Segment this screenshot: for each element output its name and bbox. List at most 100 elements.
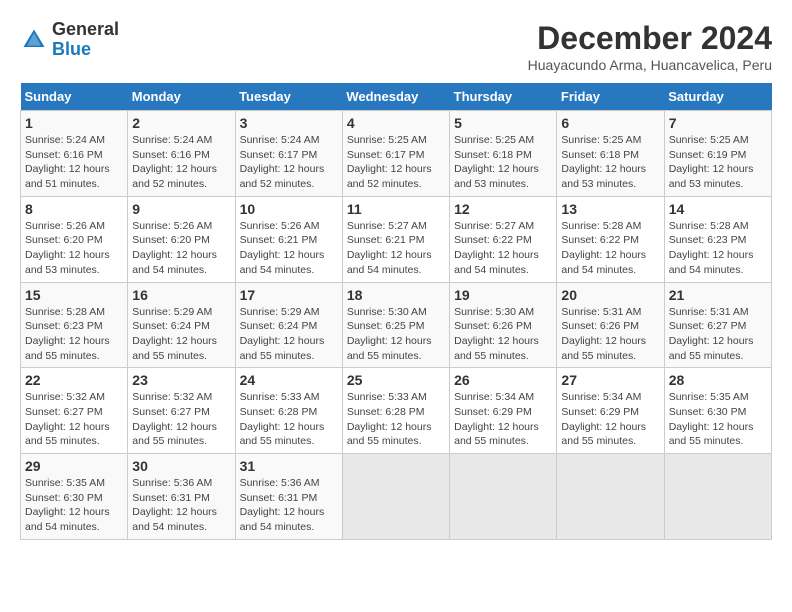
- calendar-cell: 20 Sunrise: 5:31 AM Sunset: 6:26 PM Dayl…: [557, 282, 664, 368]
- day-info: Sunrise: 5:31 AM Sunset: 6:27 PM Dayligh…: [669, 305, 767, 364]
- day-info: Sunrise: 5:26 AM Sunset: 6:20 PM Dayligh…: [25, 219, 123, 278]
- calendar-cell: 13 Sunrise: 5:28 AM Sunset: 6:22 PM Dayl…: [557, 196, 664, 282]
- calendar-week-5: 29 Sunrise: 5:35 AM Sunset: 6:30 PM Dayl…: [21, 454, 772, 540]
- calendar-cell: 23 Sunrise: 5:32 AM Sunset: 6:27 PM Dayl…: [128, 368, 235, 454]
- day-number: 18: [347, 287, 445, 303]
- calendar-cell: 6 Sunrise: 5:25 AM Sunset: 6:18 PM Dayli…: [557, 111, 664, 197]
- day-info: Sunrise: 5:25 AM Sunset: 6:19 PM Dayligh…: [669, 133, 767, 192]
- day-number: 15: [25, 287, 123, 303]
- calendar-cell: 26 Sunrise: 5:34 AM Sunset: 6:29 PM Dayl…: [450, 368, 557, 454]
- calendar: SundayMondayTuesdayWednesdayThursdayFrid…: [20, 83, 772, 540]
- day-info: Sunrise: 5:26 AM Sunset: 6:20 PM Dayligh…: [132, 219, 230, 278]
- calendar-header-thursday: Thursday: [450, 83, 557, 111]
- calendar-cell: 15 Sunrise: 5:28 AM Sunset: 6:23 PM Dayl…: [21, 282, 128, 368]
- day-number: 9: [132, 201, 230, 217]
- calendar-cell: 3 Sunrise: 5:24 AM Sunset: 6:17 PM Dayli…: [235, 111, 342, 197]
- calendar-cell: [342, 454, 449, 540]
- calendar-cell: 10 Sunrise: 5:26 AM Sunset: 6:21 PM Dayl…: [235, 196, 342, 282]
- calendar-body: 1 Sunrise: 5:24 AM Sunset: 6:16 PM Dayli…: [21, 111, 772, 540]
- calendar-cell: 7 Sunrise: 5:25 AM Sunset: 6:19 PM Dayli…: [664, 111, 771, 197]
- calendar-cell: 16 Sunrise: 5:29 AM Sunset: 6:24 PM Dayl…: [128, 282, 235, 368]
- day-number: 24: [240, 372, 338, 388]
- day-number: 12: [454, 201, 552, 217]
- calendar-week-3: 15 Sunrise: 5:28 AM Sunset: 6:23 PM Dayl…: [21, 282, 772, 368]
- day-number: 10: [240, 201, 338, 217]
- calendar-cell: 19 Sunrise: 5:30 AM Sunset: 6:26 PM Dayl…: [450, 282, 557, 368]
- day-info: Sunrise: 5:32 AM Sunset: 6:27 PM Dayligh…: [132, 390, 230, 449]
- day-number: 25: [347, 372, 445, 388]
- calendar-cell: 28 Sunrise: 5:35 AM Sunset: 6:30 PM Dayl…: [664, 368, 771, 454]
- calendar-cell: 9 Sunrise: 5:26 AM Sunset: 6:20 PM Dayli…: [128, 196, 235, 282]
- day-info: Sunrise: 5:28 AM Sunset: 6:23 PM Dayligh…: [25, 305, 123, 364]
- calendar-header-saturday: Saturday: [664, 83, 771, 111]
- logo: General Blue: [20, 20, 119, 60]
- page-header: General Blue December 2024 Huayacundo Ar…: [20, 20, 772, 73]
- calendar-cell: 18 Sunrise: 5:30 AM Sunset: 6:25 PM Dayl…: [342, 282, 449, 368]
- calendar-cell: 25 Sunrise: 5:33 AM Sunset: 6:28 PM Dayl…: [342, 368, 449, 454]
- calendar-cell: 31 Sunrise: 5:36 AM Sunset: 6:31 PM Dayl…: [235, 454, 342, 540]
- day-number: 31: [240, 458, 338, 474]
- day-info: Sunrise: 5:30 AM Sunset: 6:25 PM Dayligh…: [347, 305, 445, 364]
- calendar-header-wednesday: Wednesday: [342, 83, 449, 111]
- day-number: 7: [669, 115, 767, 131]
- calendar-week-2: 8 Sunrise: 5:26 AM Sunset: 6:20 PM Dayli…: [21, 196, 772, 282]
- day-info: Sunrise: 5:29 AM Sunset: 6:24 PM Dayligh…: [132, 305, 230, 364]
- calendar-cell: 27 Sunrise: 5:34 AM Sunset: 6:29 PM Dayl…: [557, 368, 664, 454]
- day-info: Sunrise: 5:36 AM Sunset: 6:31 PM Dayligh…: [132, 476, 230, 535]
- calendar-week-4: 22 Sunrise: 5:32 AM Sunset: 6:27 PM Dayl…: [21, 368, 772, 454]
- calendar-cell: 11 Sunrise: 5:27 AM Sunset: 6:21 PM Dayl…: [342, 196, 449, 282]
- day-info: Sunrise: 5:25 AM Sunset: 6:18 PM Dayligh…: [561, 133, 659, 192]
- calendar-header-monday: Monday: [128, 83, 235, 111]
- location: Huayacundo Arma, Huancavelica, Peru: [528, 57, 772, 73]
- day-info: Sunrise: 5:26 AM Sunset: 6:21 PM Dayligh…: [240, 219, 338, 278]
- day-info: Sunrise: 5:24 AM Sunset: 6:16 PM Dayligh…: [25, 133, 123, 192]
- day-number: 16: [132, 287, 230, 303]
- calendar-cell: 12 Sunrise: 5:27 AM Sunset: 6:22 PM Dayl…: [450, 196, 557, 282]
- calendar-week-1: 1 Sunrise: 5:24 AM Sunset: 6:16 PM Dayli…: [21, 111, 772, 197]
- calendar-cell: 24 Sunrise: 5:33 AM Sunset: 6:28 PM Dayl…: [235, 368, 342, 454]
- day-number: 5: [454, 115, 552, 131]
- month-title: December 2024: [528, 20, 772, 57]
- day-number: 21: [669, 287, 767, 303]
- calendar-cell: 30 Sunrise: 5:36 AM Sunset: 6:31 PM Dayl…: [128, 454, 235, 540]
- day-number: 1: [25, 115, 123, 131]
- day-info: Sunrise: 5:32 AM Sunset: 6:27 PM Dayligh…: [25, 390, 123, 449]
- day-number: 28: [669, 372, 767, 388]
- day-info: Sunrise: 5:27 AM Sunset: 6:21 PM Dayligh…: [347, 219, 445, 278]
- calendar-header-tuesday: Tuesday: [235, 83, 342, 111]
- day-info: Sunrise: 5:35 AM Sunset: 6:30 PM Dayligh…: [669, 390, 767, 449]
- calendar-cell: 21 Sunrise: 5:31 AM Sunset: 6:27 PM Dayl…: [664, 282, 771, 368]
- title-block: December 2024 Huayacundo Arma, Huancavel…: [528, 20, 772, 73]
- day-info: Sunrise: 5:36 AM Sunset: 6:31 PM Dayligh…: [240, 476, 338, 535]
- logo-general: General: [52, 19, 119, 39]
- logo-blue: Blue: [52, 39, 91, 59]
- day-number: 26: [454, 372, 552, 388]
- day-info: Sunrise: 5:35 AM Sunset: 6:30 PM Dayligh…: [25, 476, 123, 535]
- calendar-cell: [450, 454, 557, 540]
- day-number: 6: [561, 115, 659, 131]
- calendar-cell: 4 Sunrise: 5:25 AM Sunset: 6:17 PM Dayli…: [342, 111, 449, 197]
- day-info: Sunrise: 5:28 AM Sunset: 6:22 PM Dayligh…: [561, 219, 659, 278]
- calendar-header-friday: Friday: [557, 83, 664, 111]
- day-info: Sunrise: 5:25 AM Sunset: 6:18 PM Dayligh…: [454, 133, 552, 192]
- calendar-header-row: SundayMondayTuesdayWednesdayThursdayFrid…: [21, 83, 772, 111]
- calendar-cell: 1 Sunrise: 5:24 AM Sunset: 6:16 PM Dayli…: [21, 111, 128, 197]
- calendar-cell: 17 Sunrise: 5:29 AM Sunset: 6:24 PM Dayl…: [235, 282, 342, 368]
- day-info: Sunrise: 5:30 AM Sunset: 6:26 PM Dayligh…: [454, 305, 552, 364]
- calendar-cell: [557, 454, 664, 540]
- day-number: 19: [454, 287, 552, 303]
- day-number: 3: [240, 115, 338, 131]
- day-number: 23: [132, 372, 230, 388]
- day-number: 29: [25, 458, 123, 474]
- day-number: 2: [132, 115, 230, 131]
- day-info: Sunrise: 5:33 AM Sunset: 6:28 PM Dayligh…: [240, 390, 338, 449]
- day-info: Sunrise: 5:24 AM Sunset: 6:17 PM Dayligh…: [240, 133, 338, 192]
- day-number: 4: [347, 115, 445, 131]
- calendar-cell: 14 Sunrise: 5:28 AM Sunset: 6:23 PM Dayl…: [664, 196, 771, 282]
- day-info: Sunrise: 5:24 AM Sunset: 6:16 PM Dayligh…: [132, 133, 230, 192]
- day-info: Sunrise: 5:34 AM Sunset: 6:29 PM Dayligh…: [454, 390, 552, 449]
- day-number: 20: [561, 287, 659, 303]
- calendar-cell: 22 Sunrise: 5:32 AM Sunset: 6:27 PM Dayl…: [21, 368, 128, 454]
- day-number: 22: [25, 372, 123, 388]
- day-info: Sunrise: 5:29 AM Sunset: 6:24 PM Dayligh…: [240, 305, 338, 364]
